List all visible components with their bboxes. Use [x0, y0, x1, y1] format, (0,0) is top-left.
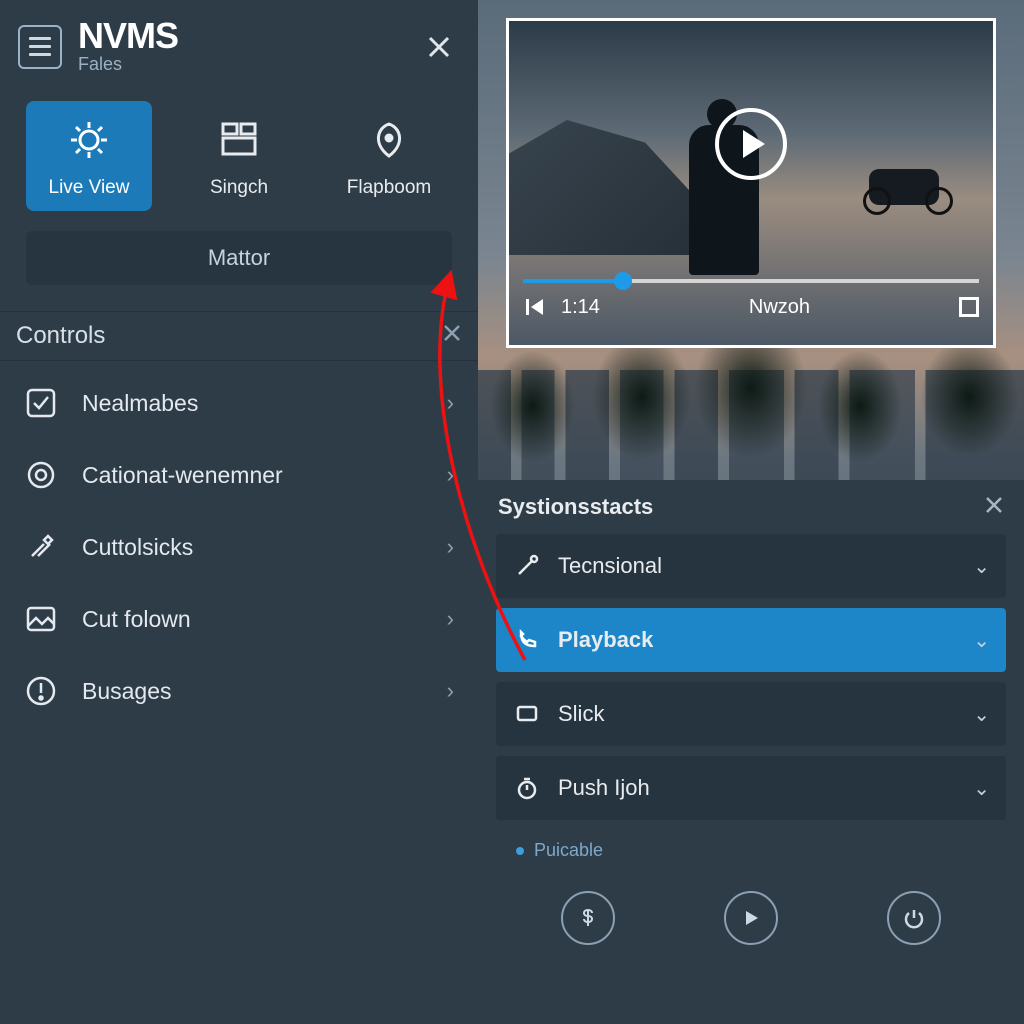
system-list: Tecnsional ⌄ Playback ⌄ Slick ⌄ [478, 534, 1024, 871]
wand-icon [512, 551, 542, 581]
sidebar-panel: NVMS Fales Live View Singch Flapboom [0, 0, 478, 1024]
target-icon [20, 454, 62, 496]
brand-title: NVMS [78, 18, 418, 54]
tools-icon [20, 526, 62, 568]
controls-header: Controls [0, 311, 478, 361]
system-panel: Systionsstacts Tecnsional ⌄ Playback ⌄ [478, 480, 1024, 1024]
system-title: Systionsstacts [498, 494, 653, 520]
chevron-right-icon: › [447, 534, 454, 560]
system-item-slick[interactable]: Slick ⌄ [496, 682, 1006, 746]
close-icon[interactable] [984, 495, 1004, 520]
dollar-button[interactable] [561, 891, 615, 945]
video-time: 1:14 [561, 296, 600, 319]
image-icon [20, 598, 62, 640]
system-item-label: Push Ijoh [558, 775, 973, 801]
gear-icon [67, 113, 111, 167]
tile-singch[interactable]: Singch [176, 101, 302, 211]
brand-subtitle: Fales [78, 54, 418, 75]
control-label: Busages [82, 678, 447, 705]
stop-icon[interactable] [959, 297, 979, 317]
system-actions [478, 871, 1024, 945]
video-player: 1:14 Nwzoh [506, 18, 996, 348]
controls-title: Controls [16, 322, 105, 350]
chevron-down-icon: ⌄ [973, 776, 990, 801]
system-header: Systionsstacts [478, 480, 1024, 534]
control-label: Cuttolsicks [82, 534, 447, 561]
tile-live-view[interactable]: Live View [26, 101, 152, 211]
control-item-cuttolsicks[interactable]: Cuttolsicks › [0, 511, 478, 583]
grid-icon [217, 113, 261, 167]
phone-icon [512, 625, 542, 655]
progress-slider[interactable] [523, 279, 979, 283]
system-sub-label: Puicable [534, 840, 603, 861]
chevron-down-icon: ⌄ [973, 628, 990, 653]
brand-block: NVMS Fales [78, 18, 418, 75]
chevron-down-icon: ⌄ [973, 702, 990, 727]
play-button[interactable] [724, 891, 778, 945]
power-button[interactable] [887, 891, 941, 945]
system-item-label: Playback [558, 627, 973, 653]
sidebar-header: NVMS Fales [0, 0, 478, 85]
tile-label: Singch [210, 177, 268, 199]
close-icon[interactable] [442, 322, 462, 350]
system-item-pushijoh[interactable]: Push Ijoh ⌄ [496, 756, 1006, 820]
video-center-label: Nwzoh [749, 296, 810, 319]
control-item-cationat[interactable]: Cationat-wenemner › [0, 439, 478, 511]
check-square-icon [20, 382, 62, 424]
tile-flapboom[interactable]: Flapboom [326, 101, 452, 211]
timer-icon [512, 773, 542, 803]
system-item-label: Tecnsional [558, 553, 973, 579]
tile-label: Live View [49, 177, 130, 199]
system-item-tecnsional[interactable]: Tecnsional ⌄ [496, 534, 1006, 598]
progress-thumb[interactable] [614, 272, 632, 290]
alert-icon [20, 670, 62, 712]
control-item-busages[interactable]: Busages › [0, 655, 478, 727]
chevron-right-icon: › [447, 606, 454, 632]
chevron-right-icon: › [447, 390, 454, 416]
video-controls: 1:14 Nwzoh [509, 265, 993, 345]
control-label: Cut folown [82, 606, 447, 633]
chevron-down-icon: ⌄ [973, 554, 990, 579]
previous-icon[interactable] [523, 295, 547, 319]
tile-label: Flapboom [347, 177, 432, 199]
chevron-right-icon: › [447, 678, 454, 704]
control-item-cutfolown[interactable]: Cut folown › [0, 583, 478, 655]
mattor-button[interactable]: Mattor [26, 231, 452, 285]
mode-tiles: Live View Singch Flapboom [0, 85, 478, 211]
system-sub-item[interactable]: Puicable [496, 830, 1006, 871]
controls-list: Nealmabes › Cationat-wenemner › Cuttolsi… [0, 361, 478, 727]
system-item-playback[interactable]: Playback ⌄ [496, 608, 1006, 672]
control-label: Cationat-wenemner [82, 462, 447, 489]
monitor-icon [512, 699, 542, 729]
leaf-icon [367, 113, 411, 167]
system-item-label: Slick [558, 701, 973, 727]
mattor-label: Mattor [208, 245, 270, 271]
main-view: 1:14 Nwzoh Systionsstacts Tecnsional ⌄ [478, 0, 1024, 1024]
bullet-icon [516, 847, 524, 855]
control-item-nealmabes[interactable]: Nealmabes › [0, 367, 478, 439]
menu-icon[interactable] [18, 25, 62, 69]
close-icon[interactable] [418, 26, 460, 68]
play-icon[interactable] [715, 108, 787, 180]
control-label: Nealmabes [82, 390, 447, 417]
chevron-right-icon: › [447, 462, 454, 488]
